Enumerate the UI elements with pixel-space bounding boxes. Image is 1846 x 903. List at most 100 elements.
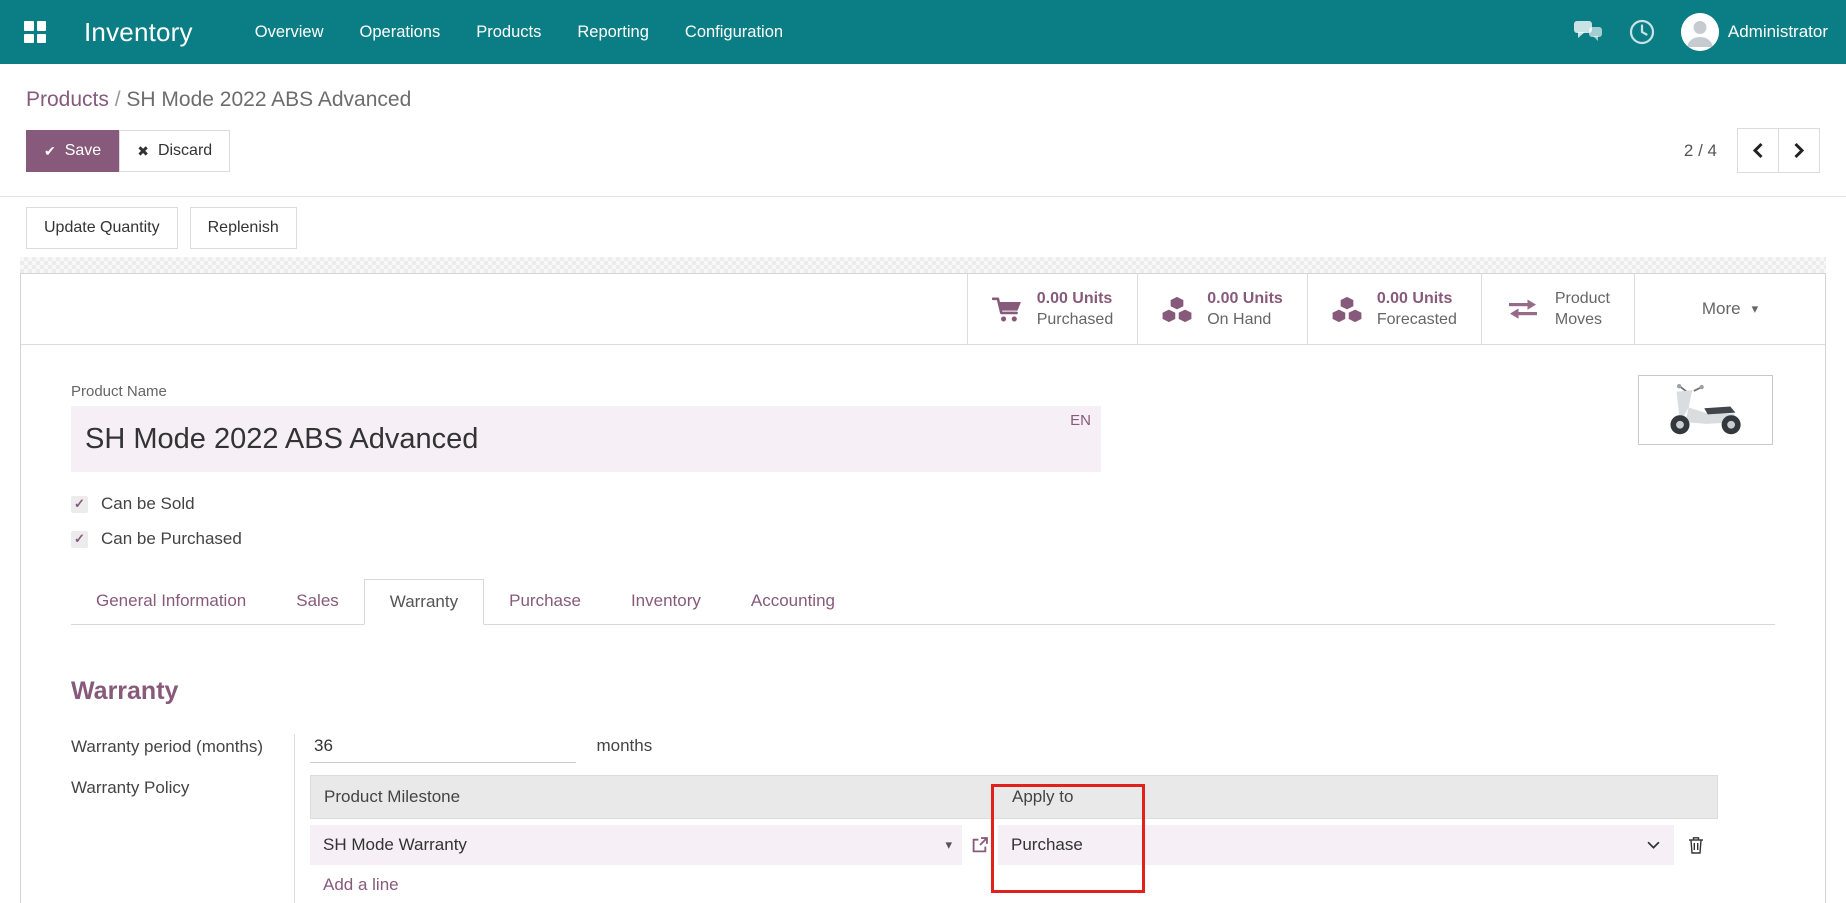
warranty-tab-content: Warranty Warranty period (months) 36 mon… [71, 625, 1775, 903]
cubes-icon [1332, 296, 1362, 323]
product-milestone-cell: SH Mode Warranty ▾ [310, 825, 998, 865]
warranty-policy-label: Warranty Policy [71, 763, 294, 903]
forecasted-value: 0.00 Units [1377, 288, 1457, 309]
form-sheet: 0.00 Units Purchased 0.00 Units [20, 273, 1826, 903]
breadcrumb-products-link[interactable]: Products [26, 88, 109, 111]
apply-to-select[interactable]: Purchase [998, 825, 1674, 865]
purchased-label: Purchased [1037, 309, 1114, 330]
avatar [1681, 13, 1719, 51]
tab-warranty[interactable]: Warranty [364, 579, 484, 625]
breadcrumb: Products / SH Mode 2022 ABS Advanced [0, 64, 1846, 112]
control-panel: ✔ Save ✖ Discard 2 / 4 [26, 128, 1820, 173]
warranty-period-suffix: months [596, 736, 652, 755]
breadcrumb-current: SH Mode 2022 ABS Advanced [126, 88, 411, 111]
product-image[interactable] [1638, 375, 1773, 445]
top-navbar: Inventory Overview Operations Products R… [0, 0, 1846, 64]
more-dropdown-button[interactable]: More ▾ [1634, 274, 1825, 344]
close-icon: ✖ [137, 141, 149, 161]
external-link-icon [972, 837, 988, 853]
product-flags: ✓ Can be Sold ✓ Can be Purchased [71, 494, 1775, 549]
top-menu: Overview Operations Products Reporting C… [255, 23, 783, 42]
trash-icon [1688, 836, 1704, 854]
product-moves-stat-button[interactable]: Product Moves [1481, 274, 1634, 344]
warranty-policy-table: Product Milestone Apply to SH Mode Warra… [310, 775, 1718, 895]
breadcrumb-separator: / [115, 88, 121, 111]
sheet-body: Product Name SH Mode 2022 ABS Advanced E… [21, 345, 1825, 903]
warranty-period-field: 36 months [294, 734, 1775, 763]
topbar-right: Administrator [1574, 13, 1846, 51]
can-be-sold-checkbox[interactable]: ✓ [71, 496, 88, 513]
product-moves-line2: Moves [1555, 309, 1610, 330]
menu-item-reporting[interactable]: Reporting [577, 23, 649, 42]
delete-row-button[interactable] [1674, 825, 1718, 865]
product-name-label: Product Name [71, 383, 1775, 400]
language-badge[interactable]: EN [1070, 412, 1091, 429]
scooter-image [1654, 384, 1758, 436]
replenish-button[interactable]: Replenish [190, 207, 297, 249]
cart-icon [992, 296, 1022, 323]
stat-button-row: 0.00 Units Purchased 0.00 Units [21, 274, 1825, 345]
can-be-purchased-label: Can be Purchased [101, 529, 242, 549]
menu-item-operations[interactable]: Operations [360, 23, 441, 42]
tab-inventory[interactable]: Inventory [606, 579, 726, 624]
add-a-line-link[interactable]: Add a line [310, 875, 1718, 895]
app-title[interactable]: Inventory [84, 17, 193, 48]
pager-count: 2 / 4 [1684, 141, 1717, 161]
forecasted-label: Forecasted [1377, 309, 1457, 330]
discard-button[interactable]: ✖ Discard [119, 130, 230, 172]
can-be-sold-label: Can be Sold [101, 494, 195, 514]
tab-sales[interactable]: Sales [271, 579, 364, 624]
user-menu[interactable]: Administrator [1681, 13, 1828, 51]
purchased-value: 0.00 Units [1037, 288, 1114, 309]
stat-row-spacer [21, 274, 967, 344]
on-hand-value: 0.00 Units [1207, 288, 1283, 309]
purchased-stat-button[interactable]: 0.00 Units Purchased [967, 274, 1138, 344]
form-background: 0.00 Units Purchased 0.00 Units [20, 257, 1826, 903]
action-buttons-row: Update Quantity Replenish [0, 197, 1846, 257]
table-header-row: Product Milestone Apply to [310, 775, 1718, 819]
cubes-icon [1162, 296, 1192, 323]
select-chevron-icon [1647, 841, 1660, 850]
apps-grid-icon[interactable] [24, 21, 46, 43]
tab-purchase[interactable]: Purchase [484, 579, 606, 624]
chevron-down-icon: ▾ [1752, 301, 1759, 317]
pager-next-button[interactable] [1779, 128, 1820, 173]
warranty-section-title: Warranty [71, 677, 1775, 706]
menu-item-products[interactable]: Products [476, 23, 541, 42]
can-be-purchased-checkbox[interactable]: ✓ [71, 531, 88, 548]
messages-icon[interactable] [1574, 21, 1603, 44]
check-icon: ✔ [44, 141, 56, 161]
product-name-input[interactable]: SH Mode 2022 ABS Advanced EN [71, 406, 1101, 472]
tab-accounting[interactable]: Accounting [726, 579, 860, 624]
pager-buttons [1737, 128, 1820, 173]
activities-clock-icon[interactable] [1629, 19, 1655, 45]
menu-item-configuration[interactable]: Configuration [685, 23, 783, 42]
column-header-product-milestone: Product Milestone [311, 787, 999, 807]
pager-previous-button[interactable] [1737, 128, 1779, 173]
user-name: Administrator [1728, 22, 1828, 42]
forecasted-stat-button[interactable]: 0.00 Units Forecasted [1307, 274, 1481, 344]
odoo-inventory-product-page: Inventory Overview Operations Products R… [0, 0, 1846, 903]
warranty-field-group: Warranty period (months) 36 months Warra… [71, 734, 1775, 903]
warranty-policy-field: Product Milestone Apply to SH Mode Warra… [294, 763, 1775, 903]
internal-link-button[interactable] [962, 825, 998, 865]
warranty-period-label: Warranty period (months) [71, 734, 294, 763]
record-pager: 2 / 4 [1684, 128, 1820, 173]
can-be-sold-row: ✓ Can be Sold [71, 494, 1775, 514]
dropdown-caret-icon[interactable]: ▾ [945, 837, 952, 853]
notebook-tabs: General Information Sales Warranty Purch… [71, 579, 1775, 625]
column-header-apply-to: Apply to [999, 787, 1675, 807]
tab-general-information[interactable]: General Information [71, 579, 271, 624]
can-be-purchased-row: ✓ Can be Purchased [71, 529, 1775, 549]
update-quantity-button[interactable]: Update Quantity [26, 207, 178, 249]
product-moves-line1: Product [1555, 288, 1610, 309]
on-hand-label: On Hand [1207, 309, 1283, 330]
edit-buttons-group: ✔ Save ✖ Discard [26, 130, 230, 172]
product-milestone-input[interactable]: SH Mode Warranty ▾ [310, 825, 962, 865]
table-row: SH Mode Warranty ▾ [310, 825, 1718, 865]
exchange-arrows-icon [1506, 298, 1540, 320]
menu-item-overview[interactable]: Overview [255, 23, 324, 42]
on-hand-stat-button[interactable]: 0.00 Units On Hand [1137, 274, 1307, 344]
warranty-period-input[interactable]: 36 [310, 734, 576, 763]
save-button[interactable]: ✔ Save [26, 130, 119, 172]
